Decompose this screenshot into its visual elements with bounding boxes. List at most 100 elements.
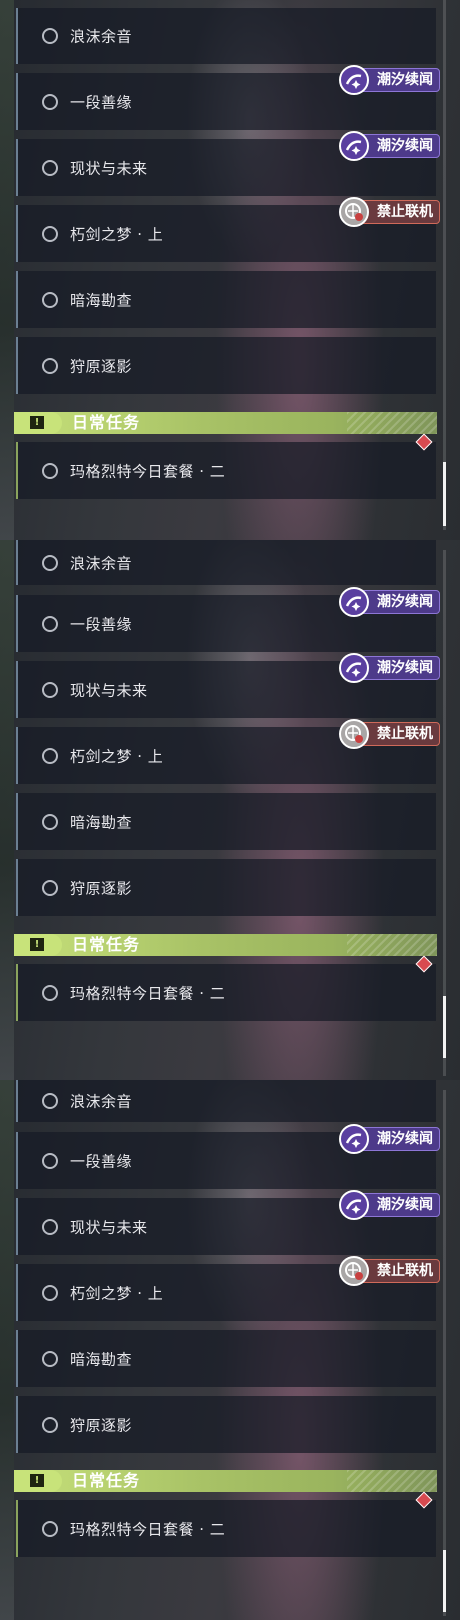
quest-row-1[interactable]: 浪沫余音 bbox=[16, 1080, 436, 1122]
circle-icon bbox=[42, 813, 58, 830]
header-decoration bbox=[347, 1470, 437, 1492]
daily-quest-row[interactable]: 玛格烈特今日套餐 · 二 bbox=[16, 433, 436, 499]
circle-icon bbox=[42, 291, 58, 308]
tag-label: 禁止联机 bbox=[377, 204, 433, 220]
circle-icon bbox=[42, 681, 58, 698]
quest-title: 玛格烈特今日套餐 · 二 bbox=[70, 462, 226, 480]
circle-icon bbox=[42, 1218, 58, 1235]
exclamation-icon: ! bbox=[14, 934, 62, 956]
quest-title: 浪沫余音 bbox=[70, 554, 133, 572]
scrollbar-thumb[interactable] bbox=[443, 996, 446, 1058]
no-coop-tag: 禁止联机 bbox=[339, 719, 440, 749]
scrollbar[interactable] bbox=[443, 1090, 446, 1616]
circle-icon bbox=[42, 1416, 58, 1433]
wave-star-icon bbox=[339, 1124, 369, 1154]
quest-row-1[interactable]: 浪沫余音 bbox=[16, 540, 436, 585]
quest-title: 浪沫余音 bbox=[70, 1092, 133, 1111]
exclamation-icon: ! bbox=[14, 412, 62, 434]
wave-star-icon bbox=[339, 131, 369, 161]
header-decoration bbox=[347, 412, 437, 434]
quest-title: 暗海勘查 bbox=[70, 291, 133, 309]
no-coop-tag: 禁止联机 bbox=[339, 197, 440, 227]
quest-list-panel-1: 浪沫余音 一段善缘 潮汐续闻 现状与未来 潮汐续闻 朽剑之梦 · 上 禁止联机 … bbox=[0, 0, 460, 540]
wave-star-icon bbox=[339, 65, 369, 95]
circle-icon bbox=[42, 462, 58, 479]
tag-label: 潮汐续闻 bbox=[377, 660, 433, 676]
tag-label: 禁止联机 bbox=[377, 726, 433, 742]
quest-title: 一段善缘 bbox=[70, 615, 133, 633]
daily-quest-row[interactable]: 玛格烈特今日套餐 · 二 bbox=[16, 955, 436, 1021]
section-title: 日常任务 bbox=[72, 935, 141, 954]
circle-icon bbox=[42, 747, 58, 764]
tide-tag: 潮汐续闻 bbox=[339, 653, 440, 683]
circle-icon bbox=[42, 984, 58, 1001]
no-coop-tag: 禁止联机 bbox=[339, 1256, 440, 1286]
quest-title: 现状与未来 bbox=[70, 1218, 148, 1236]
tide-tag: 潮汐续闻 bbox=[339, 131, 440, 161]
scrollbar-thumb[interactable] bbox=[443, 462, 446, 526]
tag-label: 潮汐续闻 bbox=[377, 594, 433, 610]
daily-section-header: ! 日常任务 bbox=[14, 1470, 437, 1492]
no-multiplayer-icon bbox=[339, 1256, 369, 1286]
quest-title: 朽剑之梦 · 上 bbox=[70, 747, 164, 765]
quest-title: 一段善缘 bbox=[70, 93, 133, 111]
quest-title: 狩原逐影 bbox=[70, 1416, 133, 1434]
tag-label: 禁止联机 bbox=[377, 1263, 433, 1279]
quest-title: 现状与未来 bbox=[70, 159, 148, 177]
circle-icon bbox=[42, 1093, 58, 1109]
tide-tag: 潮汐续闻 bbox=[339, 1124, 440, 1154]
circle-icon bbox=[42, 1152, 58, 1169]
tag-label: 潮汐续闻 bbox=[377, 1197, 433, 1213]
wave-star-icon bbox=[339, 587, 369, 617]
circle-icon bbox=[42, 1520, 58, 1537]
quest-title: 玛格烈特今日套餐 · 二 bbox=[70, 1520, 226, 1538]
tide-tag: 潮汐续闻 bbox=[339, 65, 440, 95]
quest-title: 暗海勘查 bbox=[70, 1350, 133, 1368]
wave-star-icon bbox=[339, 1190, 369, 1220]
red-diamond-icon bbox=[415, 1491, 433, 1509]
circle-icon bbox=[42, 1284, 58, 1301]
wave-star-icon bbox=[339, 653, 369, 683]
circle-icon bbox=[42, 159, 58, 176]
quest-row-6[interactable]: 狩原逐影 bbox=[16, 337, 436, 394]
scrollbar-thumb[interactable] bbox=[443, 1550, 446, 1612]
circle-icon bbox=[42, 879, 58, 896]
scrollbar[interactable] bbox=[443, 550, 446, 1076]
red-diamond-icon bbox=[415, 433, 433, 451]
no-multiplayer-icon bbox=[339, 719, 369, 749]
circle-icon bbox=[42, 225, 58, 242]
exclamation-icon: ! bbox=[14, 1470, 62, 1492]
quest-title: 朽剑之梦 · 上 bbox=[70, 225, 164, 243]
tide-tag: 潮汐续闻 bbox=[339, 1190, 440, 1220]
quest-title: 玛格烈特今日套餐 · 二 bbox=[70, 984, 226, 1002]
scrollbar[interactable] bbox=[443, 0, 446, 530]
tide-tag: 潮汐续闻 bbox=[339, 587, 440, 617]
tag-label: 潮汐续闻 bbox=[377, 72, 433, 88]
quest-row-5[interactable]: 暗海勘查 bbox=[16, 1330, 436, 1387]
quest-row-1[interactable]: 浪沫余音 bbox=[16, 8, 436, 64]
header-decoration bbox=[347, 934, 437, 956]
daily-section-header: ! 日常任务 bbox=[14, 412, 437, 434]
tag-label: 潮汐续闻 bbox=[377, 138, 433, 154]
daily-quest-row[interactable]: 玛格烈特今日套餐 · 二 bbox=[16, 1491, 436, 1557]
circle-icon bbox=[42, 357, 58, 374]
quest-list-panel-3: 浪沫余音 一段善缘 潮汐续闻 现状与未来 潮汐续闻 朽剑之梦 · 上 禁止联机 … bbox=[0, 1080, 460, 1620]
circle-icon bbox=[42, 554, 58, 571]
circle-icon bbox=[42, 615, 58, 632]
tag-label: 潮汐续闻 bbox=[377, 1131, 433, 1147]
red-diamond-icon bbox=[415, 955, 433, 973]
quest-list-panel-2: 浪沫余音 一段善缘 潮汐续闻 现状与未来 潮汐续闻 朽剑之梦 · 上 禁止联机 … bbox=[0, 540, 460, 1080]
quest-row-5[interactable]: 暗海勘查 bbox=[16, 271, 436, 328]
quest-title: 狩原逐影 bbox=[70, 357, 133, 375]
daily-section-header: ! 日常任务 bbox=[14, 934, 437, 956]
circle-icon bbox=[42, 93, 58, 110]
quest-row-5[interactable]: 暗海勘查 bbox=[16, 793, 436, 850]
quest-title: 朽剑之梦 · 上 bbox=[70, 1284, 164, 1302]
quest-title: 浪沫余音 bbox=[70, 27, 133, 46]
quest-row-6[interactable]: 狩原逐影 bbox=[16, 1396, 436, 1453]
section-title: 日常任务 bbox=[72, 1471, 141, 1490]
quest-row-6[interactable]: 狩原逐影 bbox=[16, 859, 436, 916]
circle-icon bbox=[42, 28, 58, 44]
quest-title: 一段善缘 bbox=[70, 1152, 133, 1170]
section-title: 日常任务 bbox=[72, 413, 141, 432]
